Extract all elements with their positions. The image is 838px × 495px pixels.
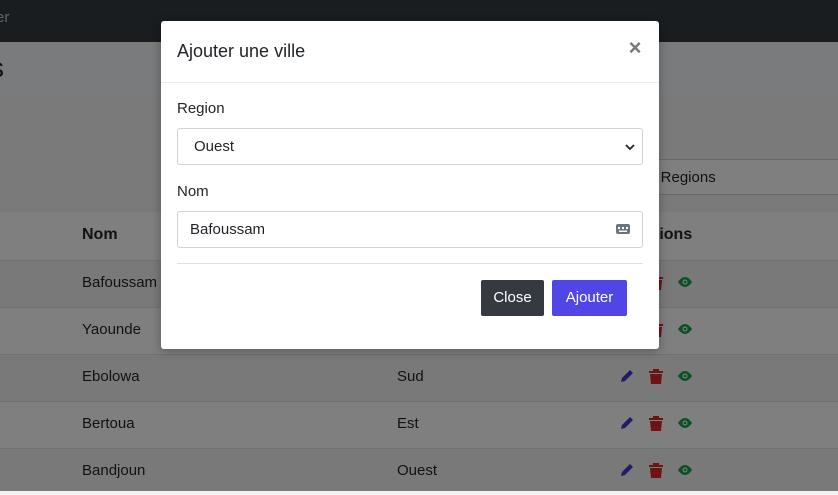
nom-label: Nom	[177, 183, 209, 200]
close-button[interactable]: Close	[481, 280, 544, 316]
nom-input[interactable]: Bafoussam	[177, 211, 643, 248]
nom-input-value: Bafoussam	[190, 221, 266, 238]
region-select-value: Ouest	[194, 138, 235, 155]
region-label: Region	[177, 100, 225, 117]
close-icon[interactable]: ×	[625, 37, 645, 59]
add-button[interactable]: Ajouter	[552, 280, 627, 316]
region-select[interactable]: Ouest	[177, 128, 643, 165]
modal-title: Ajouter une ville	[177, 41, 306, 61]
modal-divider	[177, 263, 643, 264]
add-city-modal: Ajouter une ville × Region Ouest Nom Baf…	[161, 21, 659, 349]
modal-header: Ajouter une ville ×	[161, 21, 659, 83]
chevron-down-icon	[625, 144, 635, 151]
keyboard-icon[interactable]	[615, 221, 631, 237]
